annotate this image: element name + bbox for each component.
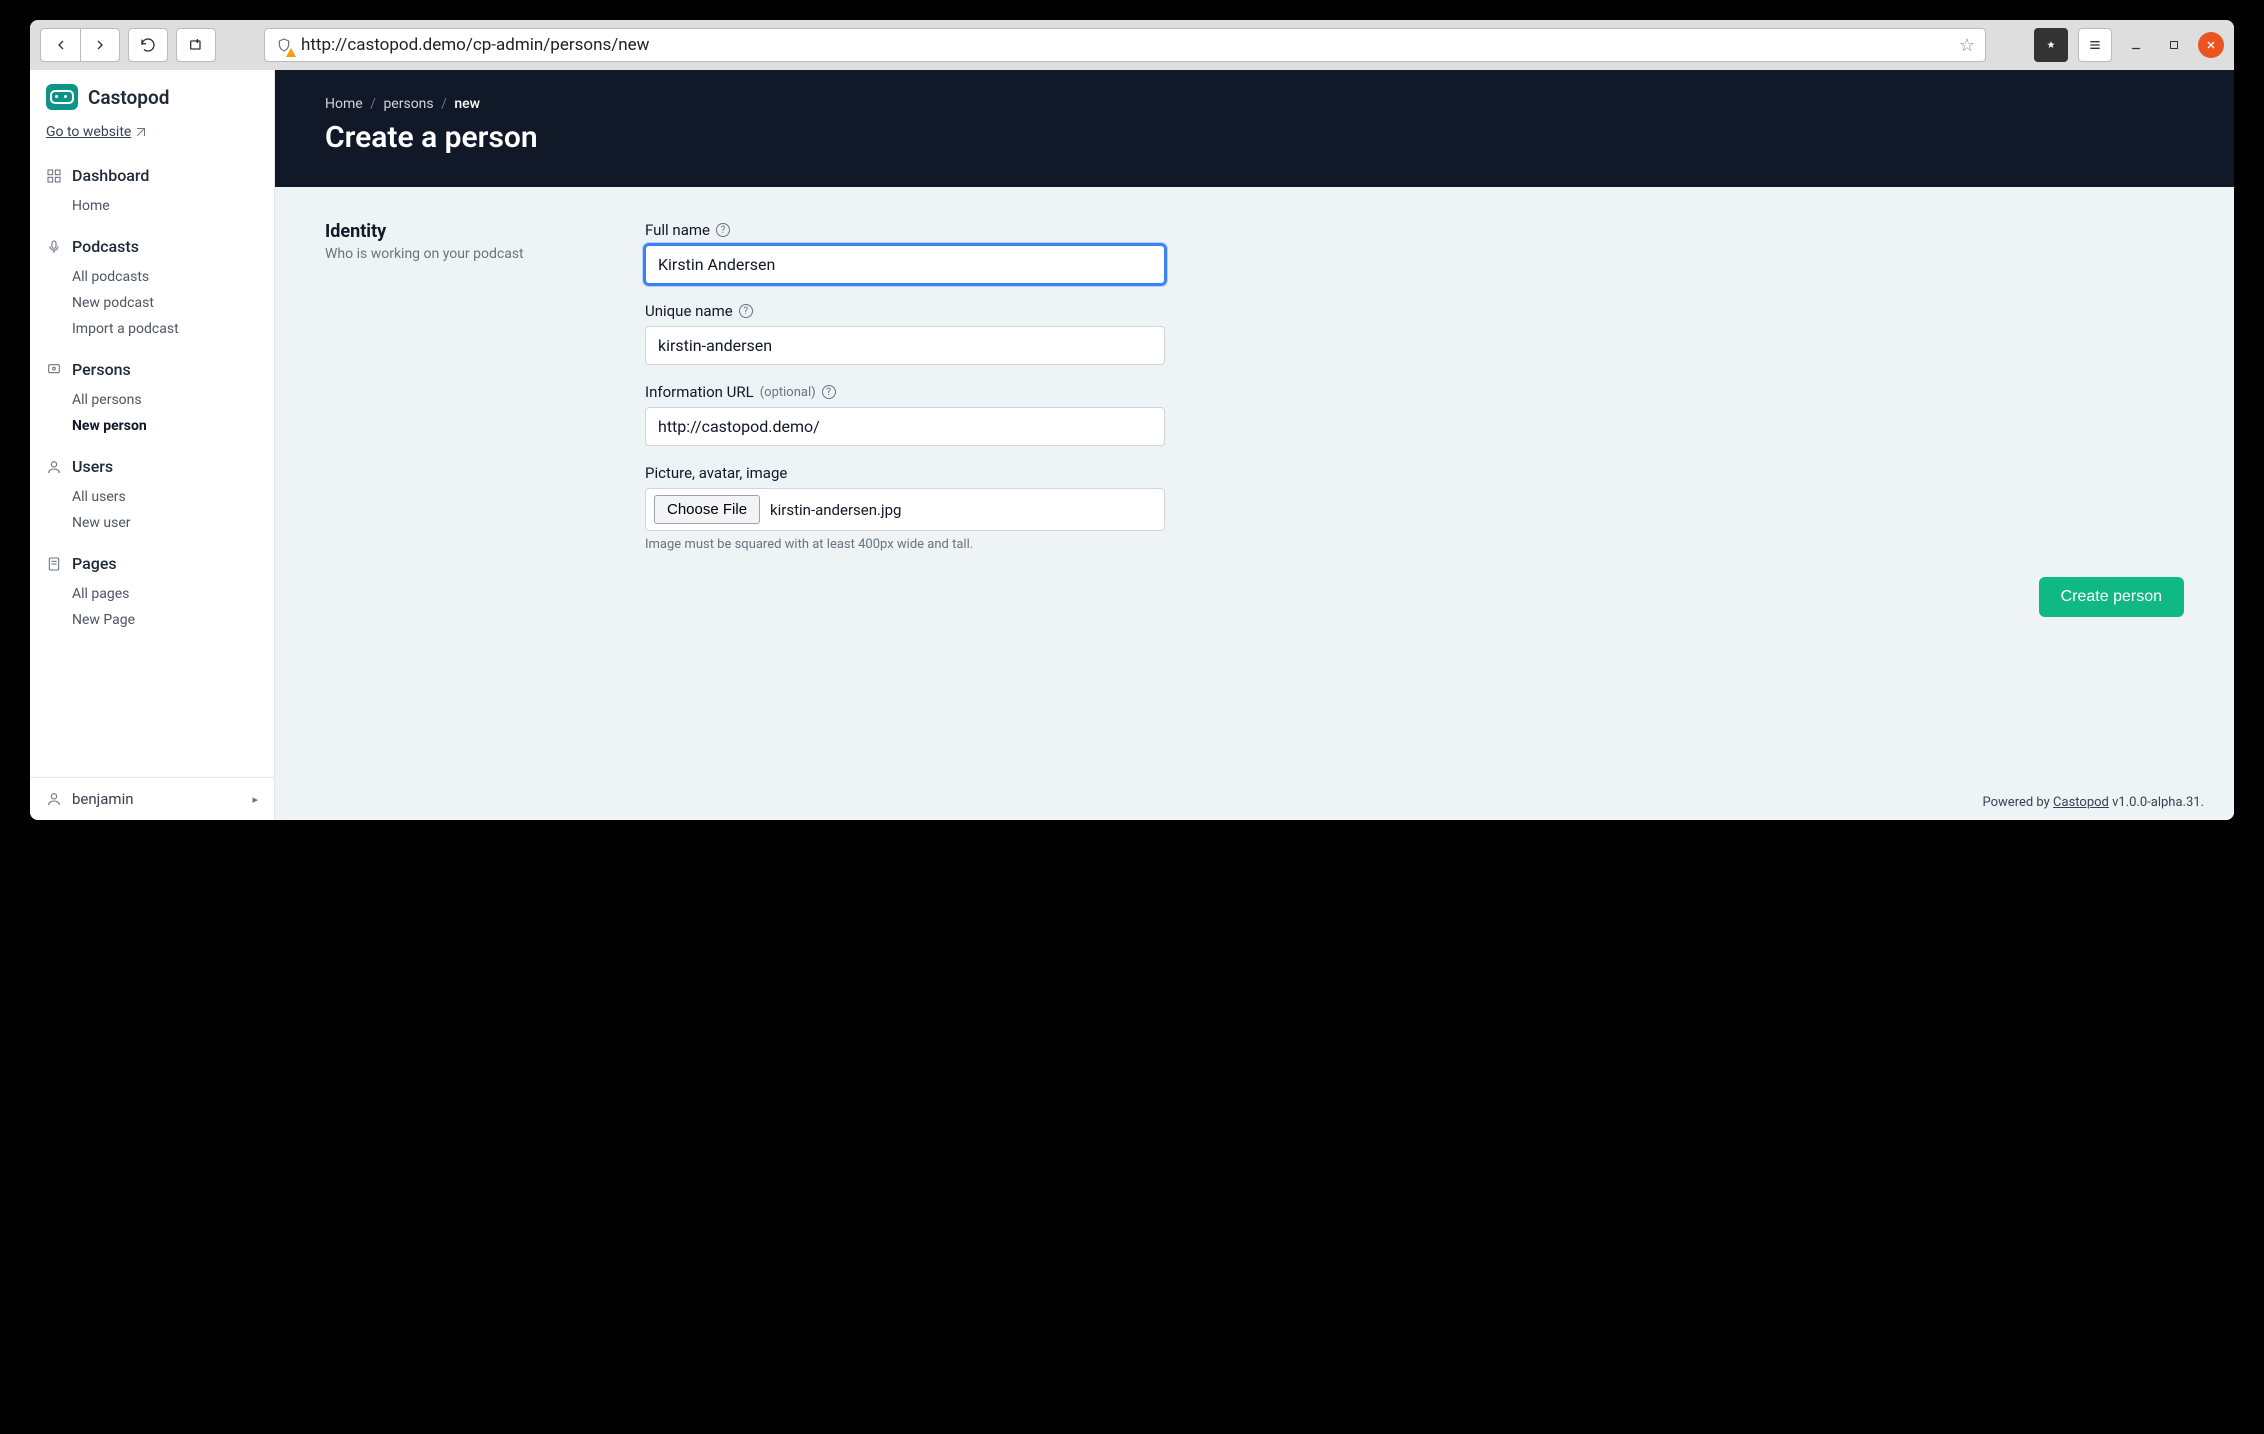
brand-logo[interactable]: Castopod: [30, 70, 274, 120]
breadcrumb-current: new: [454, 96, 480, 112]
nav-item-new-page[interactable]: New Page: [30, 607, 274, 633]
warning-triangle-icon: [286, 48, 296, 57]
main-content: Home / persons / new Create a person Ide…: [275, 70, 2234, 820]
reload-button[interactable]: [128, 28, 168, 62]
nav-item-all-persons[interactable]: All persons: [30, 387, 274, 413]
nav-heading-users[interactable]: Users: [30, 449, 274, 484]
bookmark-star-icon[interactable]: ☆: [1959, 35, 1975, 56]
new-tab-button[interactable]: [176, 28, 216, 62]
nav-item-home[interactable]: Home: [30, 193, 274, 219]
hamburger-menu-button[interactable]: [2078, 28, 2112, 62]
sidebar-nav: Dashboard Home Podcasts All podcasts New…: [30, 154, 274, 777]
label-unique-name: Unique name ?: [645, 302, 1165, 320]
picture-hint: Image must be squared with at least 400p…: [645, 537, 1165, 552]
help-icon[interactable]: ?: [822, 385, 836, 399]
external-link-icon: [137, 128, 145, 136]
picture-file-input[interactable]: Choose File kirstin-andersen.jpg: [645, 488, 1165, 531]
create-person-button[interactable]: Create person: [2039, 577, 2184, 617]
section-title: Identity: [325, 221, 585, 242]
breadcrumb: Home / persons / new: [325, 96, 2184, 112]
nav-item-all-podcasts[interactable]: All podcasts: [30, 264, 274, 290]
nav-item-new-user[interactable]: New user: [30, 510, 274, 536]
page-header: Home / persons / new Create a person: [275, 70, 2234, 187]
nav-heading-persons[interactable]: Persons: [30, 352, 274, 387]
nav-item-all-pages[interactable]: All pages: [30, 581, 274, 607]
user-icon: [46, 791, 62, 807]
label-picture: Picture, avatar, image: [645, 464, 1165, 482]
nav-heading-dashboard[interactable]: Dashboard: [30, 158, 274, 193]
label-full-name: Full name ?: [645, 221, 1165, 239]
nav-forward-button[interactable]: [80, 28, 120, 62]
breadcrumb-persons[interactable]: persons: [383, 96, 433, 112]
bookmarks-button[interactable]: [2034, 28, 2068, 62]
nav-back-button[interactable]: [40, 28, 80, 62]
window-maximize-button[interactable]: [2160, 31, 2188, 59]
nav-heading-pages[interactable]: Pages: [30, 546, 274, 581]
app-footer: Powered by Castopod v1.0.0-alpha.31.: [275, 789, 2234, 820]
section-subtitle: Who is working on your podcast: [325, 246, 585, 262]
site-security-icon: [275, 36, 293, 54]
window-close-button[interactable]: [2198, 32, 2224, 58]
full-name-input[interactable]: [645, 245, 1165, 284]
current-user-menu[interactable]: benjamin ▸: [30, 777, 274, 820]
breadcrumb-home[interactable]: Home: [325, 96, 363, 112]
browser-toolbar: http://castopod.demo/cp-admin/persons/ne…: [30, 20, 2234, 70]
castopod-logo-icon: [46, 84, 78, 110]
help-icon[interactable]: ?: [716, 223, 730, 237]
go-to-website-link[interactable]: Go to website: [46, 124, 145, 140]
page-title: Create a person: [325, 120, 2184, 155]
window-minimize-button[interactable]: [2122, 31, 2150, 59]
chevron-right-icon: ▸: [252, 793, 258, 806]
label-info-url: Information URL (optional) ?: [645, 383, 1165, 401]
unique-name-input[interactable]: [645, 326, 1165, 365]
url-text: http://castopod.demo/cp-admin/persons/ne…: [301, 35, 1959, 55]
brand-name: Castopod: [88, 86, 169, 109]
selected-file-name: kirstin-andersen.jpg: [770, 501, 901, 519]
nav-item-new-person[interactable]: New person: [30, 413, 274, 439]
nav-heading-podcasts[interactable]: Podcasts: [30, 229, 274, 264]
help-icon[interactable]: ?: [739, 304, 753, 318]
info-url-input[interactable]: [645, 407, 1165, 446]
sidebar: Castopod Go to website Dashboard Home: [30, 70, 275, 820]
form-section-info: Identity Who is working on your podcast: [325, 221, 585, 570]
address-bar[interactable]: http://castopod.demo/cp-admin/persons/ne…: [264, 28, 1986, 62]
choose-file-button[interactable]: Choose File: [654, 495, 760, 524]
nav-item-all-users[interactable]: All users: [30, 484, 274, 510]
nav-item-import-podcast[interactable]: Import a podcast: [30, 316, 274, 342]
footer-product-link[interactable]: Castopod: [2053, 795, 2109, 810]
nav-item-new-podcast[interactable]: New podcast: [30, 290, 274, 316]
current-user-name: benjamin: [72, 790, 134, 808]
